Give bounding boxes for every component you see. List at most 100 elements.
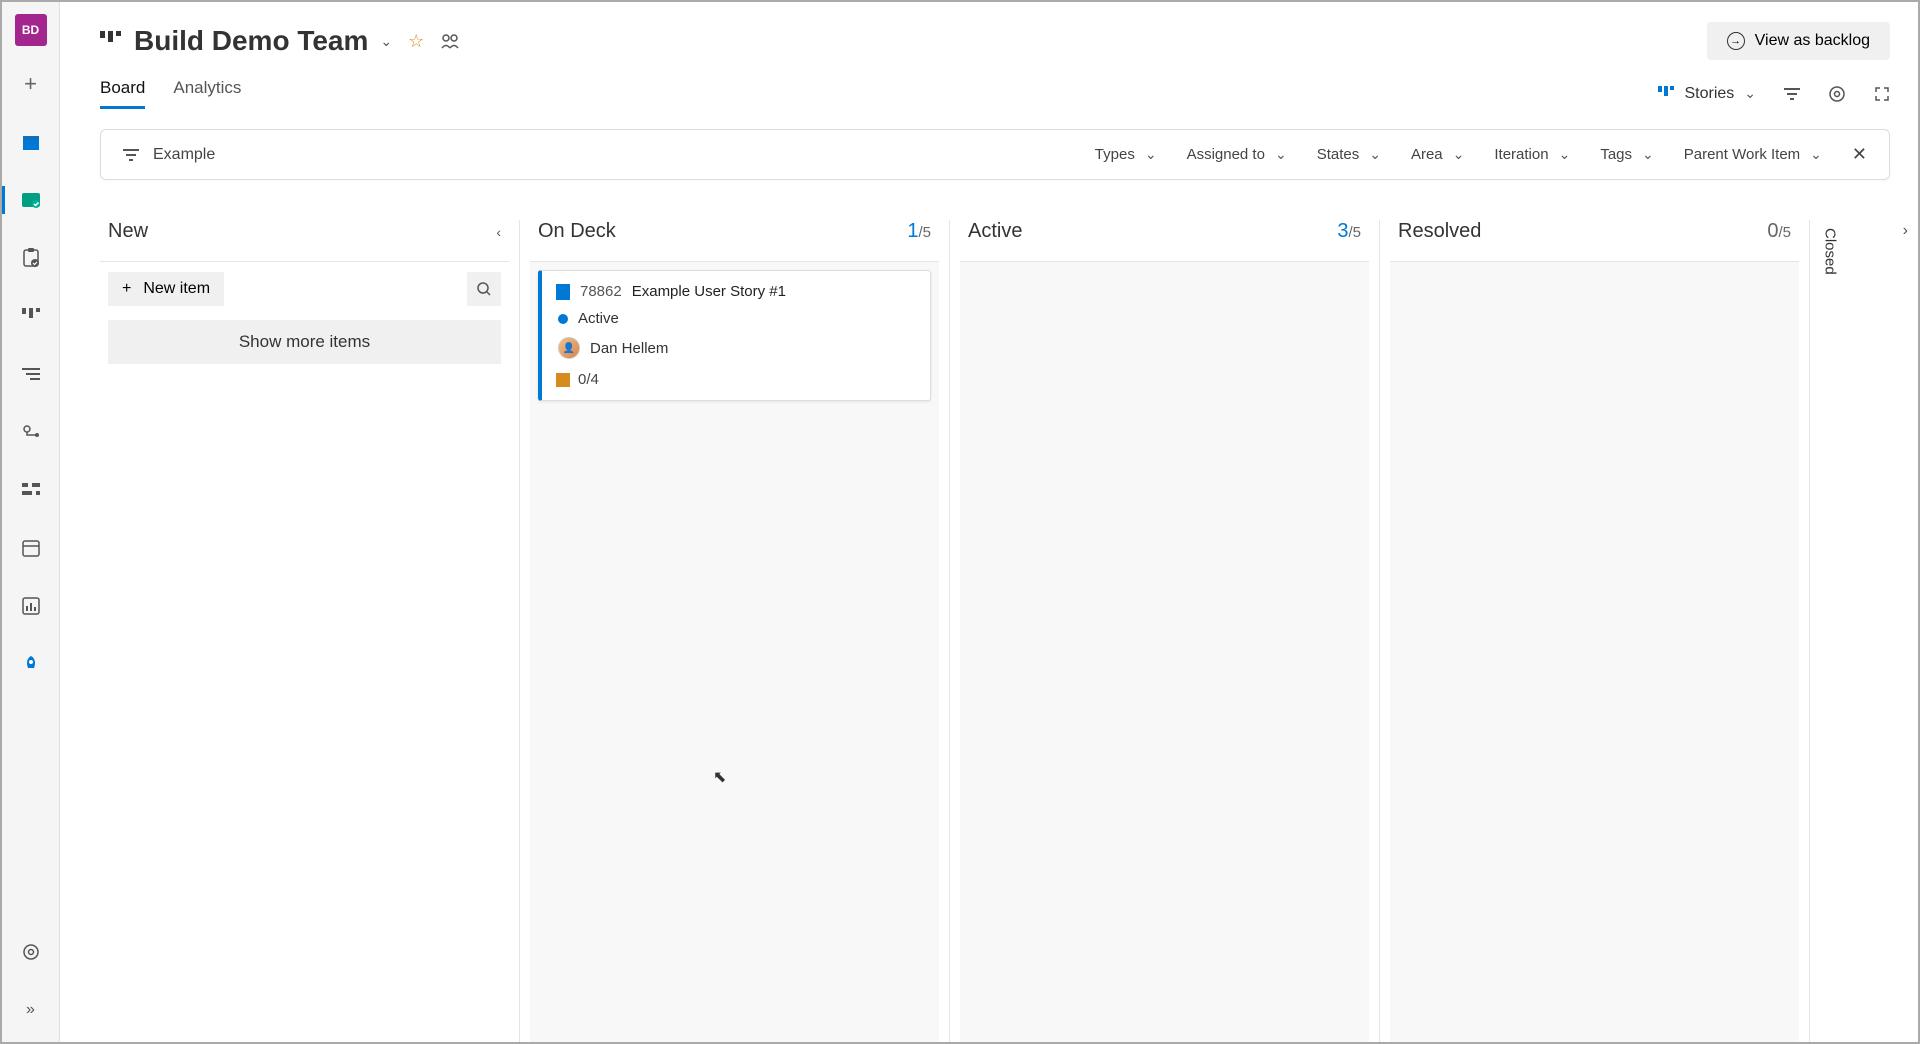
left-sidebar: BD + — [2, 2, 60, 1042]
tab-analytics[interactable]: Analytics — [173, 78, 241, 109]
filter-keyword-text: Example — [153, 146, 215, 164]
project-avatar[interactable]: BD — [15, 14, 47, 46]
filter-dropdowns: Types⌄ Assigned to⌄ States⌄ Area⌄ Iterat… — [1095, 144, 1867, 165]
filter-icon — [123, 148, 139, 162]
card-assignee: Dan Hellem — [590, 340, 668, 357]
card-id: 78862 — [580, 283, 622, 300]
nav-pipelines[interactable] — [2, 644, 60, 684]
scroll-right-button[interactable]: › — [1903, 222, 1908, 240]
filter-assigned-to[interactable]: Assigned to⌄ — [1187, 146, 1287, 163]
people-icon — [440, 33, 460, 49]
column-count: 1/5 — [907, 220, 931, 243]
calendar-icon — [22, 539, 40, 557]
clear-filter-button[interactable]: ✕ — [1852, 144, 1867, 165]
new-item-button[interactable]: + New item — [108, 272, 224, 306]
nav-board-view[interactable] — [2, 296, 60, 336]
board-settings-button[interactable] — [1828, 85, 1846, 103]
filter-icon — [1784, 87, 1800, 101]
column-resolved: Resolved 0/5 — [1380, 220, 1810, 1042]
filter-iteration[interactable]: Iteration⌄ — [1494, 146, 1570, 163]
chevron-down-icon: ⌄ — [380, 33, 392, 50]
backlog-level-selector[interactable]: Stories ⌄ — [1658, 85, 1756, 103]
column-body-ondeck[interactable]: 78862 Example User Story #1 Active 👤 Dan… — [530, 261, 939, 1042]
column-header-ondeck: On Deck 1/5 — [530, 220, 939, 261]
view-backlog-label: View as backlog — [1755, 32, 1870, 50]
page-header: Build Demo Team ⌄ ☆ → View as backlog — [100, 22, 1890, 60]
filter-bar: Example Types⌄ Assigned to⌄ States⌄ Area… — [100, 129, 1890, 180]
nav-boards[interactable] — [2, 180, 60, 220]
view-as-backlog-button[interactable]: → View as backlog — [1707, 22, 1890, 60]
plus-icon: + — [24, 71, 37, 97]
nav-sprints[interactable] — [2, 412, 60, 452]
nav-workitems[interactable] — [2, 238, 60, 278]
filter-area[interactable]: Area⌄ — [1411, 146, 1464, 163]
avatar: 👤 — [558, 337, 580, 359]
card-assignee-row[interactable]: 👤 Dan Hellem — [556, 337, 916, 359]
team-name: Build Demo Team — [134, 25, 368, 57]
level-label: Stories — [1684, 85, 1734, 103]
card-state-row: Active — [556, 310, 916, 327]
nav-backlogs[interactable] — [2, 354, 60, 394]
column-new: New ‹ + New item Show more items — [100, 220, 520, 1042]
add-button[interactable]: + — [2, 64, 60, 104]
filter-toggle-button[interactable] — [1784, 87, 1800, 101]
nav-queries[interactable] — [2, 470, 60, 510]
nav-overview[interactable] — [2, 122, 60, 162]
column-closed-collapsed[interactable]: Closed — [1810, 220, 1850, 1042]
state-indicator-icon — [558, 314, 568, 324]
card-state: Active — [578, 310, 619, 327]
collapse-column-button[interactable]: ‹ — [496, 224, 501, 240]
team-selector[interactable]: Build Demo Team ⌄ — [100, 25, 392, 57]
sprint-icon — [22, 425, 40, 439]
rocket-icon — [21, 654, 41, 674]
work-item-card[interactable]: 78862 Example User Story #1 Active 👤 Dan… — [538, 270, 931, 401]
tabs-right-tools: Stories ⌄ — [1658, 85, 1890, 103]
column-title: Active — [968, 220, 1022, 243]
column-header-resolved: Resolved 0/5 — [1390, 220, 1799, 261]
filter-parent[interactable]: Parent Work Item⌄ — [1684, 146, 1822, 163]
chevron-down-icon: ⌄ — [1275, 146, 1287, 163]
card-tasks-row: 0/4 — [556, 371, 916, 388]
show-more-button[interactable]: Show more items — [108, 320, 501, 364]
column-title: On Deck — [538, 220, 616, 243]
user-story-icon — [556, 284, 570, 300]
column-count: 3/5 — [1337, 220, 1361, 243]
app-root: BD + — [0, 0, 1920, 1044]
nav-expand[interactable]: » — [2, 990, 60, 1030]
nav-settings[interactable] — [2, 932, 60, 972]
bar-chart-icon — [22, 597, 40, 615]
column-header-new: New ‹ — [100, 220, 509, 261]
filter-tags[interactable]: Tags⌄ — [1600, 146, 1653, 163]
plus-icon: + — [122, 280, 131, 298]
card-tasks: 0/4 — [578, 371, 599, 388]
search-button[interactable] — [467, 272, 501, 306]
filter-states[interactable]: States⌄ — [1317, 146, 1381, 163]
favorite-button[interactable]: ☆ — [408, 31, 424, 52]
column-body-resolved[interactable] — [1390, 261, 1799, 1042]
nav-plans[interactable] — [2, 528, 60, 568]
level-icon — [1658, 86, 1674, 102]
column-body-active[interactable] — [960, 261, 1369, 1042]
tab-board[interactable]: Board — [100, 78, 145, 109]
fullscreen-button[interactable] — [1874, 86, 1890, 102]
column-body-new[interactable]: + New item Show more items — [100, 261, 509, 1042]
team-members-button[interactable] — [440, 33, 460, 49]
filter-types[interactable]: Types⌄ — [1095, 146, 1157, 163]
expand-icon — [1874, 86, 1890, 102]
chevron-down-icon: ⌄ — [1559, 146, 1571, 163]
arrow-circle-icon: → — [1727, 32, 1745, 50]
filter-keyword[interactable]: Example — [123, 146, 215, 164]
main-content: Build Demo Team ⌄ ☆ → View as backlog Bo… — [60, 2, 1918, 1042]
new-item-row: + New item — [108, 272, 501, 306]
chevron-double-right-icon: » — [26, 1001, 35, 1019]
column-header-active: Active 3/5 — [960, 220, 1369, 261]
chevron-down-icon: ⌄ — [1642, 146, 1654, 163]
header-left: Build Demo Team ⌄ ☆ — [100, 25, 460, 57]
tabs: Board Analytics — [100, 78, 241, 109]
clipboard-icon — [22, 248, 40, 268]
chevron-down-icon: ⌄ — [1810, 146, 1822, 163]
gear-icon — [1828, 85, 1846, 103]
list-icon — [22, 367, 40, 381]
nav-analytics[interactable] — [2, 586, 60, 626]
query-icon — [22, 483, 40, 497]
